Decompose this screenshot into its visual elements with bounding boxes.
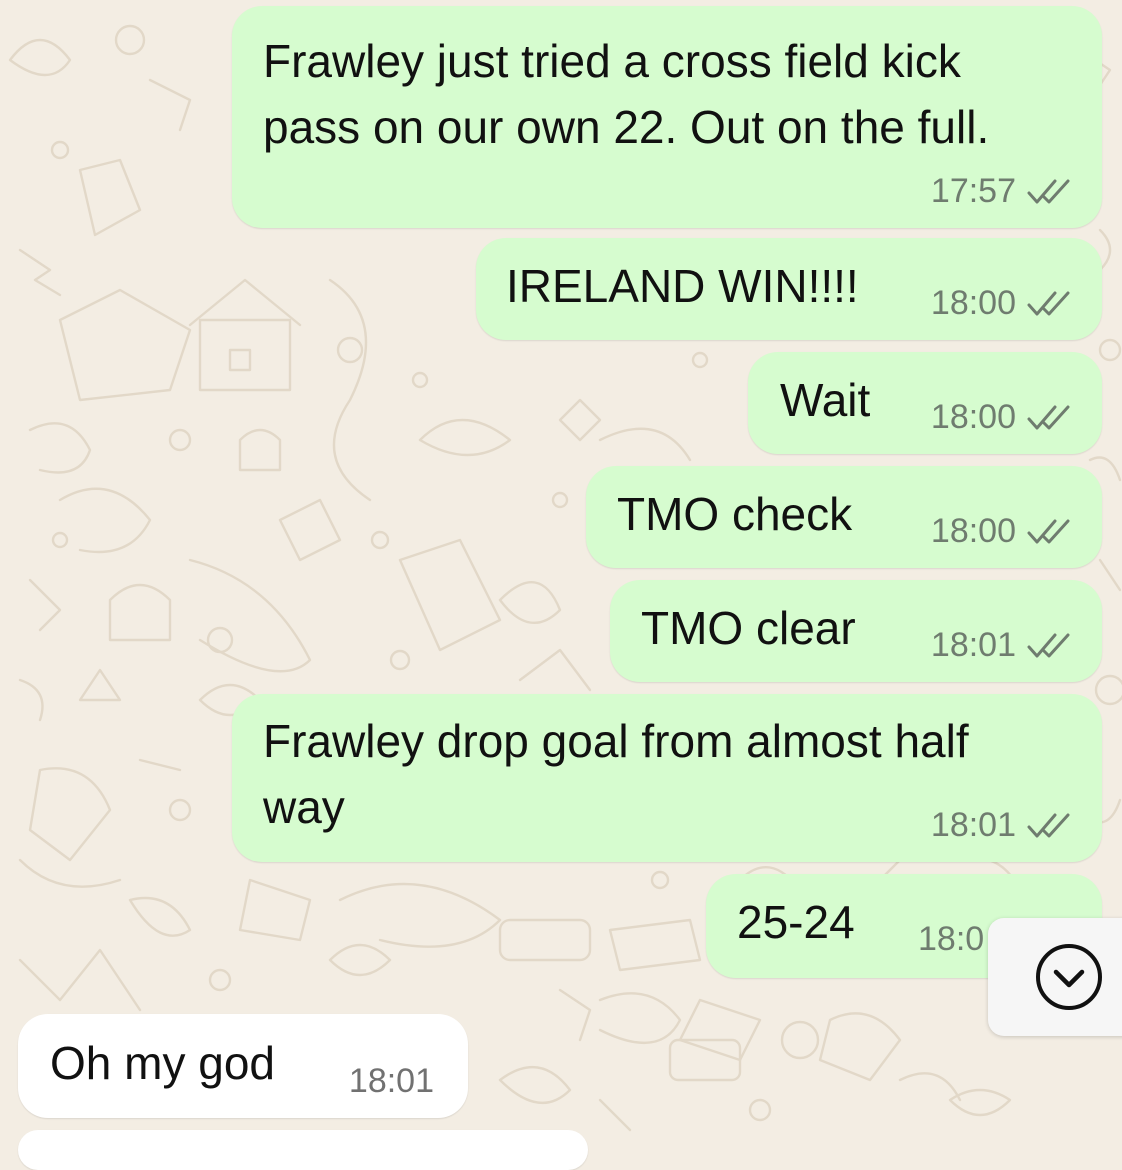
message-time: 18:00	[930, 284, 1016, 322]
message-text-line: Frawley drop goal from almost half	[263, 715, 969, 767]
message-text: Oh my god	[50, 1037, 275, 1089]
outgoing-message-bubble[interactable]: Wait 18:00	[748, 352, 1102, 454]
outgoing-message-bubble[interactable]: TMO clear 18:01	[610, 580, 1102, 682]
message-time: 18:00	[930, 512, 1016, 550]
read-double-check-icon	[1027, 405, 1070, 429]
message-text-line: Frawley just tried a cross field kick	[263, 35, 961, 87]
outgoing-message-bubble[interactable]: TMO check 18:00	[586, 466, 1102, 568]
message-meta: 18:00	[931, 512, 1072, 551]
message-time: 18:01	[930, 626, 1016, 664]
message-time: 17:57	[930, 172, 1016, 210]
message-time: 18:00	[930, 398, 1016, 436]
read-double-check-icon	[1027, 633, 1070, 657]
message-time: 18:01	[930, 806, 1016, 844]
scroll-to-bottom-button[interactable]	[988, 918, 1122, 1036]
read-double-check-icon	[1027, 519, 1070, 543]
message-time: 18:0	[918, 920, 985, 958]
message-text: Wait	[780, 374, 871, 426]
message-text: TMO check	[617, 488, 853, 540]
message-meta: 18:01	[931, 626, 1072, 665]
outgoing-message-bubble[interactable]: Frawley drop goal from almost half way 1…	[232, 694, 1102, 862]
read-double-check-icon	[1027, 291, 1070, 315]
message-text: TMO clear	[641, 602, 856, 654]
message-meta: 18:01	[931, 806, 1072, 845]
chevron-down-circle-icon	[1036, 944, 1102, 1010]
message-text-line: pass on our own 22. Out on the full.	[263, 101, 990, 153]
message-text: IRELAND WIN!!!!	[506, 260, 859, 312]
message-meta: 18:0	[918, 920, 984, 959]
message-meta: 18:00	[931, 284, 1072, 323]
message-text: 25-24	[737, 896, 855, 948]
message-meta: 18:01	[349, 1062, 434, 1101]
message-time: 18:01	[348, 1062, 434, 1100]
incoming-message-bubble-partial[interactable]	[18, 1130, 588, 1170]
message-meta: 17:57	[931, 172, 1072, 211]
message-text-line: way	[263, 781, 345, 833]
message-meta: 18:00	[931, 398, 1072, 437]
outgoing-message-bubble[interactable]: IRELAND WIN!!!! 18:00	[476, 238, 1102, 340]
read-double-check-icon	[1027, 179, 1070, 203]
outgoing-message-bubble[interactable]: Frawley just tried a cross field kick pa…	[232, 6, 1102, 228]
read-double-check-icon	[1027, 813, 1070, 837]
incoming-message-bubble[interactable]: Oh my god 18:01	[18, 1014, 468, 1118]
